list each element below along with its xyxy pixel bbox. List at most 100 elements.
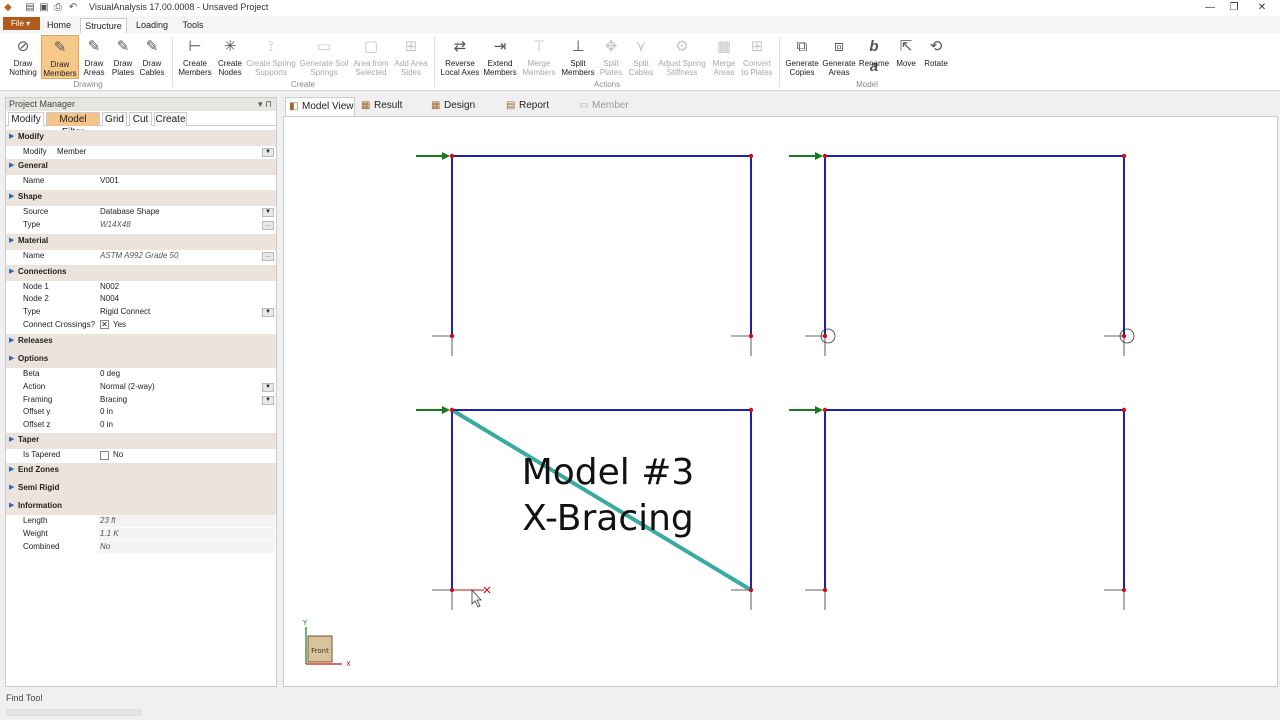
tapered-checkbox[interactable]: No bbox=[99, 449, 275, 461]
generate-copies-button[interactable]: ⧉ Generate Copies bbox=[784, 35, 820, 79]
generate-areas-button[interactable]: ⧈ Generate Areas bbox=[822, 35, 856, 79]
print-icon[interactable]: ⎙ bbox=[53, 2, 63, 13]
prop-label: Type bbox=[23, 219, 41, 229]
reverse-local-axes-button[interactable]: ⇄ Reverse Local Axes bbox=[439, 35, 481, 79]
draw-areas-button[interactable]: ✎ Draw Areas bbox=[80, 35, 108, 79]
section-end-zones[interactable]: ▶ End Zones bbox=[6, 463, 276, 482]
new-file-icon[interactable]: ▤ bbox=[25, 2, 35, 13]
tab-modify[interactable]: Modify bbox=[8, 112, 44, 126]
split-plates-label: Split Plates bbox=[599, 59, 623, 77]
reverse-axes-icon: ⇄ bbox=[453, 38, 467, 55]
draw-cables-button[interactable]: ✎ Draw Cables bbox=[138, 35, 166, 79]
offset-y-input[interactable]: 0 in bbox=[99, 406, 275, 418]
create-spring-supports-button[interactable]: ⟟ Create Spring Supports bbox=[246, 35, 296, 79]
tab-create[interactable]: Create bbox=[154, 112, 187, 126]
extend-members-button[interactable]: ⇥ Extend Members bbox=[482, 35, 518, 79]
beta-input[interactable]: 0 deg bbox=[99, 368, 275, 380]
section-connections[interactable]: ▶ Connections bbox=[6, 264, 276, 281]
create-nodes-button[interactable]: ✳ Create Nodes bbox=[214, 35, 246, 79]
merge-members-button[interactable]: ⊤ Merge Members bbox=[520, 35, 558, 79]
save-icon[interactable]: ▣ bbox=[39, 2, 49, 13]
expand-arrow-icon: ▶ bbox=[9, 436, 15, 444]
action-select[interactable]: Normal (2-way) ▼ bbox=[99, 381, 275, 393]
rename-button[interactable]: b a Rename bbox=[858, 35, 890, 79]
type-input-value: W14X48 bbox=[100, 219, 131, 229]
draw-nothing-button[interactable]: ⊘ Draw Nothing bbox=[6, 35, 40, 79]
rotate-label: Rotate bbox=[924, 59, 948, 68]
source-select[interactable]: Database Shape ▼ bbox=[99, 206, 275, 218]
tab-cut[interactable]: Cut bbox=[129, 112, 152, 126]
prop-label: Length bbox=[23, 516, 48, 526]
convert-to-plates-button[interactable]: ⊞ Convert to Plates bbox=[740, 35, 774, 79]
draw-members-button[interactable]: ✎ Draw Members bbox=[41, 35, 79, 79]
mouse-cursor-icon bbox=[471, 588, 482, 608]
find-tool-label[interactable]: Find Tool bbox=[6, 693, 42, 703]
design-view-icon: ▦ bbox=[431, 100, 441, 111]
expand-arrow-icon: ▶ bbox=[9, 484, 15, 492]
expand-arrow-icon: ▶ bbox=[9, 502, 15, 510]
section-taper[interactable]: ▶ Taper bbox=[6, 433, 276, 450]
close-button[interactable]: ✕ bbox=[1247, 1, 1277, 15]
section-releases[interactable]: ▶ Releases bbox=[6, 333, 276, 352]
unchecked-icon bbox=[100, 450, 109, 460]
area-from-selected-button[interactable]: ▢ Area from Selected bbox=[351, 35, 391, 79]
tab-result-view[interactable]: ▦Result View bbox=[358, 97, 424, 129]
tab-home[interactable]: Home bbox=[44, 18, 74, 33]
file-menu-button[interactable]: File ▾ bbox=[3, 17, 40, 30]
rotate-button[interactable]: ⟲ Rotate bbox=[922, 35, 950, 79]
dropdown-arrow-icon: ▼ bbox=[262, 382, 274, 392]
split-members-button[interactable]: ⊥ Split Members bbox=[560, 35, 596, 79]
tab-grid[interactable]: Grid bbox=[102, 112, 127, 126]
model-view-canvas[interactable]: Model #3 X-Bracing Front Y X bbox=[283, 116, 1278, 687]
tab-design-view[interactable]: ▦Design View bbox=[428, 97, 498, 129]
ellipsis-button[interactable]: … bbox=[262, 220, 274, 230]
split-cables-button[interactable]: ⋎ Split Cables bbox=[627, 35, 655, 79]
node-point bbox=[748, 587, 754, 593]
node2-input[interactable]: N004 bbox=[99, 293, 275, 305]
section-general[interactable]: ▶ General bbox=[6, 158, 276, 175]
section-modify[interactable]: ▶ Modify bbox=[6, 130, 276, 146]
tab-structure[interactable]: Structure bbox=[80, 18, 127, 33]
section-material[interactable]: ▶ Material bbox=[6, 233, 276, 250]
rotate-icon: ⟲ bbox=[929, 38, 943, 55]
material-input[interactable]: ASTM A992 Grade 50… bbox=[99, 250, 275, 262]
merge-areas-button[interactable]: ▦ Merge Areas bbox=[709, 35, 739, 79]
tab-model-view[interactable]: ◧ Model View bbox=[285, 97, 355, 116]
split-plates-button[interactable]: ✥ Split Plates bbox=[597, 35, 625, 79]
crossings-checkbox[interactable]: ✕ Yes bbox=[99, 319, 275, 331]
generate-soil-springs-button[interactable]: ▭ Generate Soil Springs bbox=[299, 35, 349, 79]
restore-button[interactable]: ❐ bbox=[1219, 1, 1249, 15]
ellipsis-button[interactable]: … bbox=[262, 251, 274, 261]
adjust-spring-stiffness-button[interactable]: ⚙ Adjust Spring Stiffness bbox=[657, 35, 707, 79]
tab-member-graph[interactable]: ▭Member Graph bbox=[576, 97, 658, 129]
result-view-icon: ▦ bbox=[361, 100, 371, 111]
checked-icon: ✕ bbox=[100, 320, 109, 330]
section-shape[interactable]: ▶ Shape bbox=[6, 189, 276, 206]
section-semi-rigid[interactable]: ▶ Semi Rigid bbox=[6, 481, 276, 500]
view-tab-bar: ◧Model View ▦Result View ▦Design View ▤R… bbox=[283, 96, 1278, 129]
tab-tools[interactable]: Tools bbox=[178, 18, 208, 33]
tab-report-view[interactable]: ▤Report View bbox=[503, 97, 571, 129]
pin-icon[interactable]: ▾ ⊓ bbox=[258, 98, 272, 111]
prop-label: Beta bbox=[23, 368, 40, 378]
offset-z-input[interactable]: 0 in bbox=[99, 419, 275, 431]
node1-input[interactable]: N002 bbox=[99, 281, 275, 293]
tab-model-filter[interactable]: Model Filter bbox=[46, 112, 100, 138]
section-options[interactable]: ▶ Options bbox=[6, 351, 276, 368]
move-button[interactable]: ⇱ Move bbox=[892, 35, 920, 79]
modify-select[interactable]: Member ▼ bbox=[56, 146, 275, 158]
undo-icon[interactable]: ↶ bbox=[68, 2, 78, 13]
framing-select[interactable]: Bracing ▼ bbox=[99, 394, 275, 406]
add-area-sides-button[interactable]: ⊞ Add Area Sides bbox=[393, 35, 429, 79]
name-input[interactable]: V001 bbox=[99, 175, 275, 187]
section-information[interactable]: ▶ Information bbox=[6, 499, 276, 516]
create-nodes-icon: ✳ bbox=[223, 38, 237, 55]
prop-label: Combined bbox=[23, 541, 60, 551]
view-cube[interactable]: Front Y X bbox=[302, 619, 351, 668]
connection-type-select[interactable]: Rigid Connect ▼ bbox=[99, 306, 275, 318]
draw-plates-button[interactable]: ✎ Draw Plates bbox=[109, 35, 137, 79]
create-members-button[interactable]: ⊢ Create Members bbox=[177, 35, 213, 79]
local-axis-x-marker-icon bbox=[483, 586, 491, 594]
type-input[interactable]: W14X48 … bbox=[99, 219, 275, 231]
tab-loading[interactable]: Loading bbox=[132, 18, 172, 33]
